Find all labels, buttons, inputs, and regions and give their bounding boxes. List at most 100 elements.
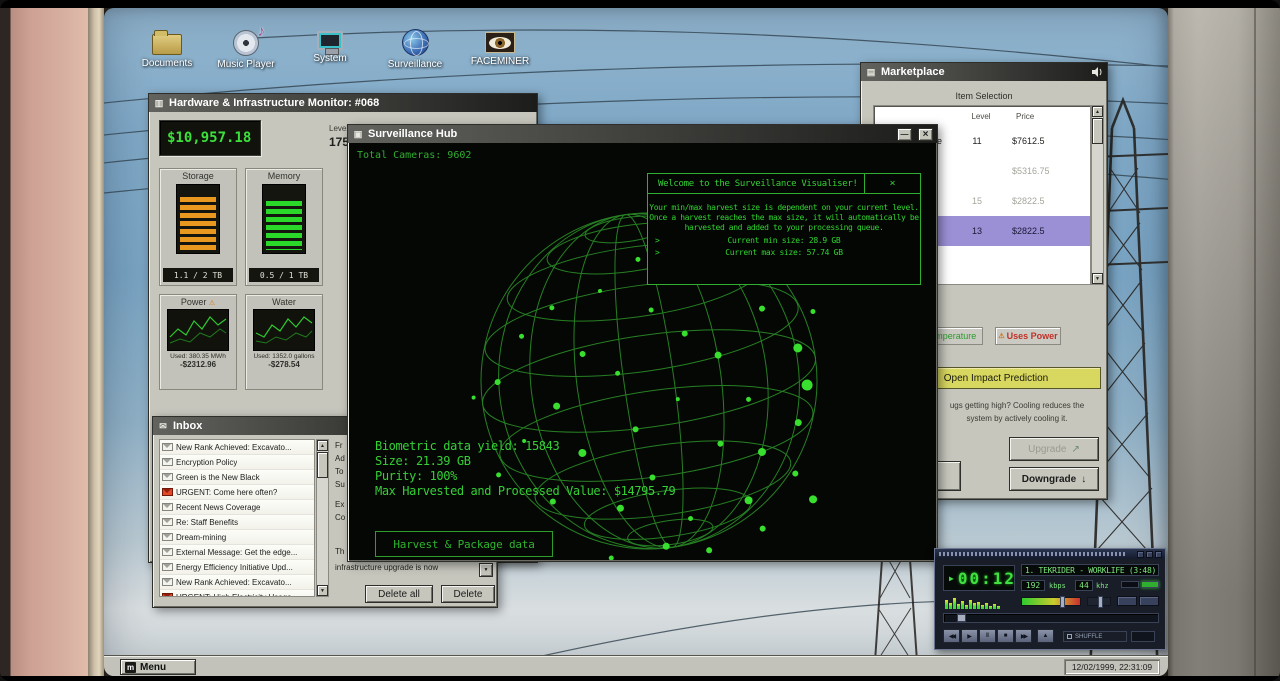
next-button[interactable] [1015,629,1032,643]
scroll-up-arrow[interactable] [1092,106,1103,117]
surveillance-viewport: Total Cameras: 9602 [349,143,936,560]
player-close-button[interactable] [1155,551,1162,558]
dialog-text-line: Once a harvest reaches the max size, it … [648,213,920,223]
power-graph [167,309,229,351]
minimize-button[interactable] [897,128,912,141]
upgrade-button[interactable]: Upgrade [1009,437,1099,461]
email-subject: Green is the New Black [176,473,260,482]
memory-panel: Memory 0.5 / 1 TB [245,168,323,286]
hardware-monitor-titlebar[interactable]: Hardware & Infrastructure Monitor: #068 [149,94,537,112]
pause-button[interactable] [979,629,996,643]
email-subject: URGENT: Come here often? [176,488,277,497]
water-label: Water [246,295,322,307]
info-line: system by actively cooling it. [941,412,1093,425]
eject-button[interactable] [1037,629,1054,643]
warning-icon: ⚠ [209,300,215,307]
scroll-up-arrow[interactable] [317,440,328,451]
surveillance-titlebar[interactable]: Surveillance Hub [348,125,937,143]
volume-slider[interactable] [1021,597,1081,606]
level-label: Level [329,124,348,133]
email-item[interactable]: Recent News Coverage [160,500,314,515]
stat-line: Biometric data yield: 15843 [375,439,675,454]
email-subject: Dream-mining [176,533,226,542]
envelope-icon [162,443,173,451]
email-item[interactable]: Energy Efficiency Initiative Upd... [160,560,314,575]
track-title-display: 1. TEKRIDER - WORKLIFE (3:48) [1021,564,1159,576]
desktop-icon[interactable]: Surveillance [375,26,455,70]
menu-button[interactable]: m Menu [120,659,196,675]
desktop-icon[interactable]: FACEMINER [460,26,540,67]
scroll-down-arrow[interactable] [1092,273,1103,284]
dialog-text-line: harvested and added to your processing q… [648,223,920,233]
chevron-icon: > [648,236,664,245]
clock: 12/02/1999, 22:31:09 [1072,662,1152,672]
monitor-bezel-right [1168,8,1280,676]
seek-slider[interactable] [943,613,1159,623]
eq-button[interactable] [1117,596,1137,606]
play-button[interactable] [961,629,978,643]
email-subject: Re: Staff Benefits [176,518,238,527]
player-shade-button[interactable] [1146,551,1153,558]
time-display: ▶ 00:12 [943,565,1015,591]
envelope-icon [162,458,173,466]
dialog-close-button[interactable]: × [864,174,920,194]
desktop-icon-image [233,30,259,56]
email-item[interactable]: Re: Staff Benefits [160,515,314,530]
power-used: Used: 380.35 MWh [160,353,236,360]
pane-scroll-down-button[interactable]: ▼ [479,563,493,577]
shuffle-checkbox[interactable] [1067,634,1072,639]
bitrate-unit: kbps [1049,582,1066,590]
previous-button[interactable] [943,629,960,643]
item-list-scrollbar[interactable] [1091,105,1104,285]
email-item[interactable]: New Rank Achieved: Excavato... [160,575,314,590]
email-item[interactable]: URGENT: Come here often? [160,485,314,500]
player-minimize-button[interactable] [1137,551,1144,558]
envelope-icon [157,420,169,432]
envelope-icon [162,488,173,496]
shuffle-toggle[interactable]: SHUFFLE [1063,631,1127,642]
desktop-icon[interactable]: Documents [127,26,207,69]
scroll-down-arrow[interactable] [317,585,328,596]
envelope-icon [162,473,173,481]
delete-all-button[interactable]: Delete all [365,585,433,603]
chip-icon [153,97,165,109]
player-titlebar[interactable] [935,549,1165,559]
desktop-icon[interactable]: System [290,26,370,64]
playlist-button[interactable] [1139,596,1159,606]
bitrate-display: 192 [1021,580,1045,591]
marketplace-titlebar[interactable]: Marketplace [861,63,1107,81]
scroll-thumb[interactable] [1092,118,1103,144]
email-list-scrollbar[interactable] [316,439,329,597]
room-wall [0,8,88,676]
storage-panel: Storage 1.1 / 2 TB [159,168,237,286]
email-item[interactable]: New Rank Achieved: Excavato... [160,440,314,455]
water-panel: Water Used: 1352.0 gallons -$278.54 [245,294,323,390]
email-item[interactable]: URGENT: High Electricity Usage [160,590,314,597]
monitor-bezel-left [88,8,104,676]
samplerate-display: 44 [1075,580,1093,591]
dialog-text-line: Your min/max harvest size is dependent o… [648,203,920,213]
stop-button[interactable] [997,629,1014,643]
email-item[interactable]: Green is the New Black [160,470,314,485]
item-price: $2822.5 [1012,226,1090,236]
inbox-title: Inbox [173,420,202,432]
desktop-icon[interactable]: Music Player [206,26,286,70]
email-item[interactable]: External Message: Get the edge... [160,545,314,560]
email-item[interactable]: Dream-mining [160,530,314,545]
scroll-thumb[interactable] [317,452,328,478]
scene: Documents Music Player System Su [0,8,1280,676]
delete-button[interactable]: Delete [441,585,495,603]
sound-icon[interactable] [1091,67,1103,77]
harvest-package-button[interactable]: Harvest & Package data [375,531,553,557]
repeat-toggle[interactable] [1131,631,1155,642]
downgrade-button[interactable]: Downgrade [1009,467,1099,491]
close-button[interactable] [918,128,933,141]
max-size-value: Current max size: 57.74 GB [664,248,920,257]
cooling-info-text: ugs getting high? Cooling reduces thesys… [941,399,1093,425]
email-item[interactable]: Encryption Policy [160,455,314,470]
envelope-icon [162,593,173,597]
water-graph [253,309,315,351]
uses-power-tag: ⚠ Uses Power [995,327,1061,345]
balance-slider[interactable] [1087,597,1111,606]
camera-icon [352,128,364,140]
